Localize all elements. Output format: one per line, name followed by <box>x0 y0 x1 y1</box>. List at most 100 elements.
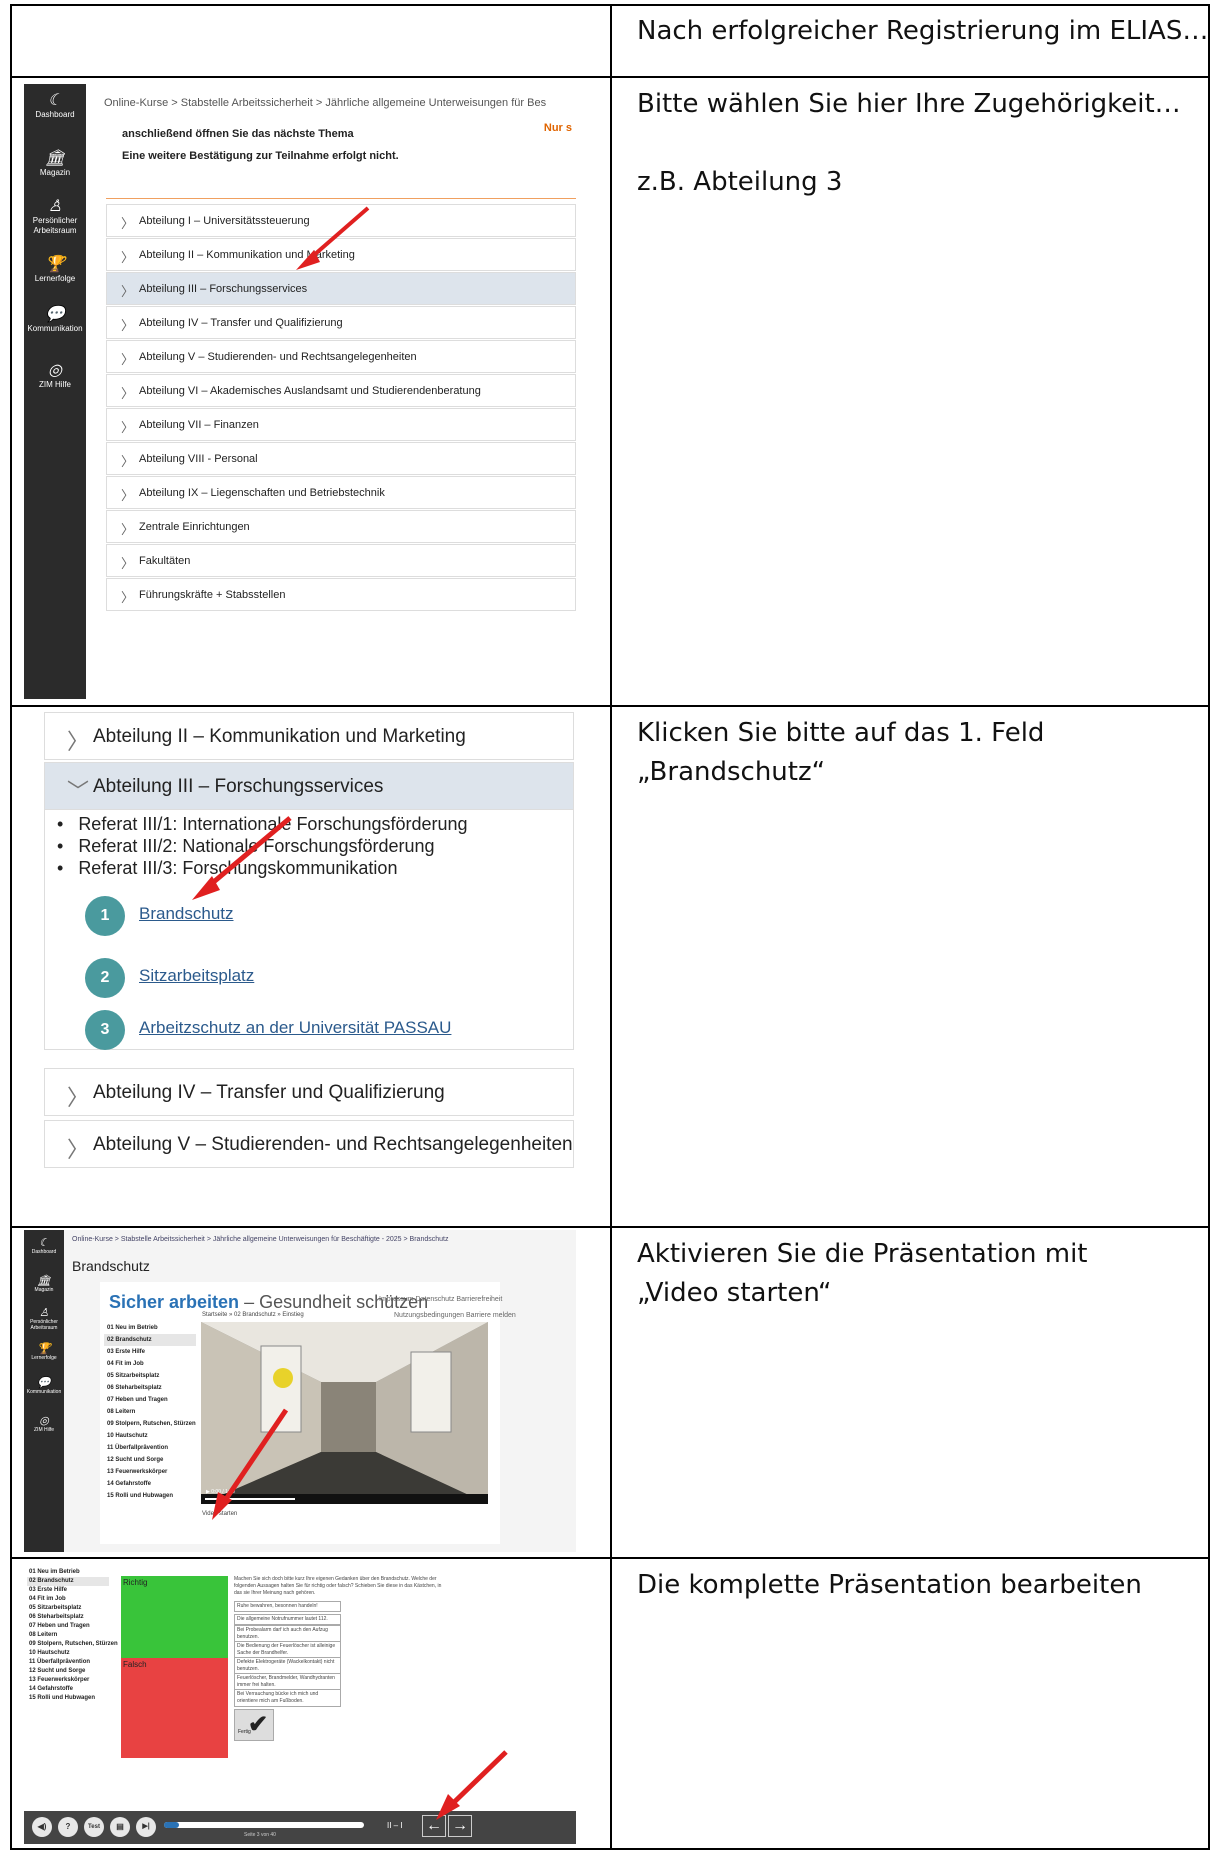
accordion-item[interactable]: 〉 Abteilung III – Forschungsservices <box>106 272 576 305</box>
topic-menu-item[interactable]: 01 Neu im Betrieb <box>104 1322 196 1334</box>
draggable-statement[interactable]: Ruhe bewahren, besonnen handeln! <box>234 1601 341 1612</box>
sidebar-item-magazin[interactable]: 🏛 Magazin <box>24 150 86 178</box>
topic-menu-item[interactable]: 05 Sitzarbeitsplatz <box>104 1370 196 1382</box>
topic-menu-item[interactable]: 15 Rolli und Hubwagen <box>27 1694 109 1703</box>
pause-icon[interactable]: II – I <box>387 1821 403 1830</box>
topic-menu-item[interactable]: 14 Gefahrstoffe <box>27 1685 109 1694</box>
info-box: anschließend öffnen Sie das nächste Them… <box>106 112 576 199</box>
topic-menu-item[interactable]: 05 Sitzarbeitsplatz <box>27 1604 109 1613</box>
topic-menu-item[interactable]: 12 Sucht und Sorge <box>104 1454 196 1466</box>
accordion-label: Abteilung II – Kommunikation und Marketi… <box>93 726 466 747</box>
topic-menu-item[interactable]: 07 Heben und Tragen <box>27 1622 109 1631</box>
topic-menu-item[interactable]: 13 Feuerwerkskörper <box>104 1466 196 1478</box>
sidebar-item-arbeitsraum[interactable]: ♙ Persönlicher Arbeitsraum <box>24 1306 64 1331</box>
topic-menu-item[interactable]: 14 Gefahrstoffe <box>104 1478 196 1490</box>
sidebar-item-zim-hilfe[interactable]: ◎ ZIM Hilfe <box>24 362 86 390</box>
topic-menu-item[interactable]: 06 Steharbeitsplatz <box>27 1613 109 1622</box>
video-time[interactable]: ▶ 0:00 / 1:00 <box>206 1489 235 1495</box>
accordion-abteilung-v[interactable]: 〉 Abteilung V – Studierenden- und Rechtsa… <box>44 1120 574 1168</box>
accordion-item[interactable]: 〉 Abteilung VI – Akademisches Auslandsamt… <box>106 374 576 407</box>
topic-menu-item[interactable]: 12 Sucht und Sorge <box>27 1667 109 1676</box>
sidebar-item-kommunikation[interactable]: 💬 Kommunikation <box>24 306 86 334</box>
accordion-item[interactable]: 〉 Führungskräfte + Stabsstellen <box>106 578 576 611</box>
topic-menu-item[interactable]: 04 Fit im Job <box>104 1358 196 1370</box>
sidebar-item-dashboard[interactable]: ☾ Dashboard <box>24 1236 64 1255</box>
previous-slide-button[interactable]: ← <box>422 1815 446 1837</box>
table-border <box>10 4 12 1850</box>
topic-menu-item[interactable]: 10 Hautschutz <box>27 1649 109 1658</box>
topic-menu-item[interactable]: 13 Feuerwerkskörper <box>27 1676 109 1685</box>
document-icon[interactable]: ▤ <box>110 1817 130 1837</box>
topic-menu-item[interactable]: 07 Heben und Tragen <box>104 1394 196 1406</box>
question-icon[interactable]: ? <box>58 1817 78 1837</box>
sidebar-item-arbeitsraum[interactable]: ♙ Persönlicher Arbeitsraum <box>24 198 86 236</box>
topic-menu-item[interactable]: 08 Leitern <box>27 1631 109 1640</box>
link-sitzarbeitsplatz[interactable]: Sitzarbeitsplatz <box>139 966 254 986</box>
draggable-statement[interactable]: Bei Verrauchung bücke ich mich und orien… <box>234 1689 341 1707</box>
video-player[interactable] <box>201 1322 488 1504</box>
sidebar: ☾ Dashboard 🏛 Magazin ♙ Persönlicher Arbeit… <box>24 84 86 699</box>
chevron-right-icon: 〉 <box>121 352 135 367</box>
magazin-icon: 🏛 <box>37 1275 51 1287</box>
video-start-link[interactable]: Video starten <box>202 1511 237 1517</box>
test-button[interactable]: Test <box>84 1817 104 1837</box>
sidebar-item-magazin[interactable]: 🏛 Magazin <box>24 1274 64 1293</box>
topic-menu-item[interactable]: 11 Überfallprävention <box>104 1442 196 1454</box>
topic-menu-item[interactable]: 09 Stolpern, Rutschen, Stürzen <box>27 1640 118 1649</box>
topic-menu-item[interactable]: 03 Erste Hilfe <box>27 1586 109 1595</box>
sidebar-item-dashboard[interactable]: ☾ Dashboard <box>24 92 86 120</box>
accordion-item[interactable]: 〉 Fakultäten <box>106 544 576 577</box>
chevron-right-icon: 〉 <box>121 386 135 401</box>
sidebar-item-lernerfolge[interactable]: 🏆 Lernerfolge <box>24 1342 64 1361</box>
accordion-item[interactable]: 〉 Abteilung II – Kommunikation und Market… <box>106 238 576 271</box>
row1-instruction: Nach erfolgreicher Registrierung im ELIA… <box>637 16 1209 46</box>
fertig-button[interactable]: Fertig ✔ <box>234 1709 274 1741</box>
footer-links[interactable]: Nutzungsbedingungen Barriere melden <box>394 1312 516 1319</box>
sidebar-label: ZIM Hilfe <box>39 380 71 389</box>
breadcrumb[interactable]: Online-Kurse > Stabstelle Arbeitssicherh… <box>72 1236 448 1243</box>
topic-menu-item[interactable]: 04 Fit im Job <box>27 1595 109 1604</box>
topic-menu-item[interactable]: 03 Erste Hilfe <box>104 1346 196 1358</box>
footer-links[interactable]: Impressum Datenschutz Barrierefreiheit <box>379 1296 502 1303</box>
topic-menu-item[interactable]: 06 Steharbeitsplatz <box>104 1382 196 1394</box>
progress-bar[interactable] <box>164 1822 364 1828</box>
accordion-item[interactable]: 〉 Abteilung V – Studierenden- und Rechtsa… <box>106 340 576 373</box>
accordion-abteilung-ii[interactable]: 〉 Abteilung II – Kommunikation und Market… <box>44 712 574 760</box>
accordion-item[interactable]: 〉 Abteilung IX – Liegenschaften und Betri… <box>106 476 576 509</box>
accordion-item[interactable]: 〉 Zentrale Einrichtungen <box>106 510 576 543</box>
topic-menu-item[interactable]: 15 Rolli und Hubwagen <box>104 1490 196 1502</box>
topic-menu-item[interactable]: 11 Überfallprävention <box>27 1658 109 1667</box>
chevron-right-icon: 〉 <box>121 318 135 333</box>
accordion-abteilung-iii[interactable]: ﹀ Abteilung III – Forschungsservices <box>44 762 574 810</box>
accordion-item[interactable]: 〉 Abteilung I – Universitätssteuerung <box>106 204 576 237</box>
sidebar-item-lernerfolge[interactable]: 🏆 Lernerfolge <box>24 256 86 284</box>
accordion-item[interactable]: 〉 Abteilung VIII - Personal <box>106 442 576 475</box>
topic-menu-item[interactable]: 02 Brandschutz <box>104 1334 196 1346</box>
link-brandschutz[interactable]: Brandschutz <box>139 904 234 924</box>
screenshot-department-expanded: 〉 Abteilung II – Kommunikation und Market… <box>24 712 576 1220</box>
magazin-icon: 🏛 <box>44 150 66 167</box>
chevron-right-icon: 〉 <box>121 250 135 265</box>
topic-menu-item[interactable]: 09 Stolpern, Rutschen, Stürzen <box>104 1418 196 1430</box>
drop-zone-label: Richtig <box>123 1578 148 1587</box>
topic-menu-item[interactable]: 02 Brandschutz <box>27 1577 109 1586</box>
link-arbeitsschutz[interactable]: Arbeitzschutz an der Universität PASSAU <box>139 1018 451 1038</box>
topic-menu-item[interactable]: 08 Leitern <box>104 1406 196 1418</box>
draggable-statement[interactable]: Die allgemeine Notrufnummer lautet 112. <box>234 1614 341 1625</box>
chevron-right-icon: 〉 <box>67 1137 90 1162</box>
accordion-abteilung-iv[interactable]: 〉 Abteilung IV – Transfer und Qualifizier… <box>44 1068 574 1116</box>
next-slide-button[interactable]: → <box>448 1815 472 1837</box>
speaker-icon[interactable]: ◀) <box>32 1817 52 1837</box>
topic-menu-item[interactable]: 10 Hautschutz <box>104 1430 196 1442</box>
sidebar-item-zim-hilfe[interactable]: ◎ ZIM Hilfe <box>24 1414 64 1433</box>
breadcrumb[interactable]: Online-Kurse > Stabstelle Arbeitssicherh… <box>104 97 546 109</box>
page-counter: Seite 3 von 40 <box>244 1832 276 1838</box>
topic-menu-item[interactable]: 01 Neu im Betrieb <box>27 1568 109 1577</box>
drop-zone-falsch[interactable]: Falsch <box>121 1658 228 1758</box>
accordion-item[interactable]: 〉 Abteilung IV – Transfer und Qualifizier… <box>106 306 576 339</box>
table-border <box>1208 4 1210 1850</box>
accordion-item[interactable]: 〉 Abteilung VII – Finanzen <box>106 408 576 441</box>
next-icon[interactable]: ▶| <box>136 1817 156 1837</box>
drop-zone-richtig[interactable]: Richtig <box>121 1576 228 1658</box>
sidebar-item-kommunikation[interactable]: 💬 Kommunikation <box>24 1376 64 1395</box>
